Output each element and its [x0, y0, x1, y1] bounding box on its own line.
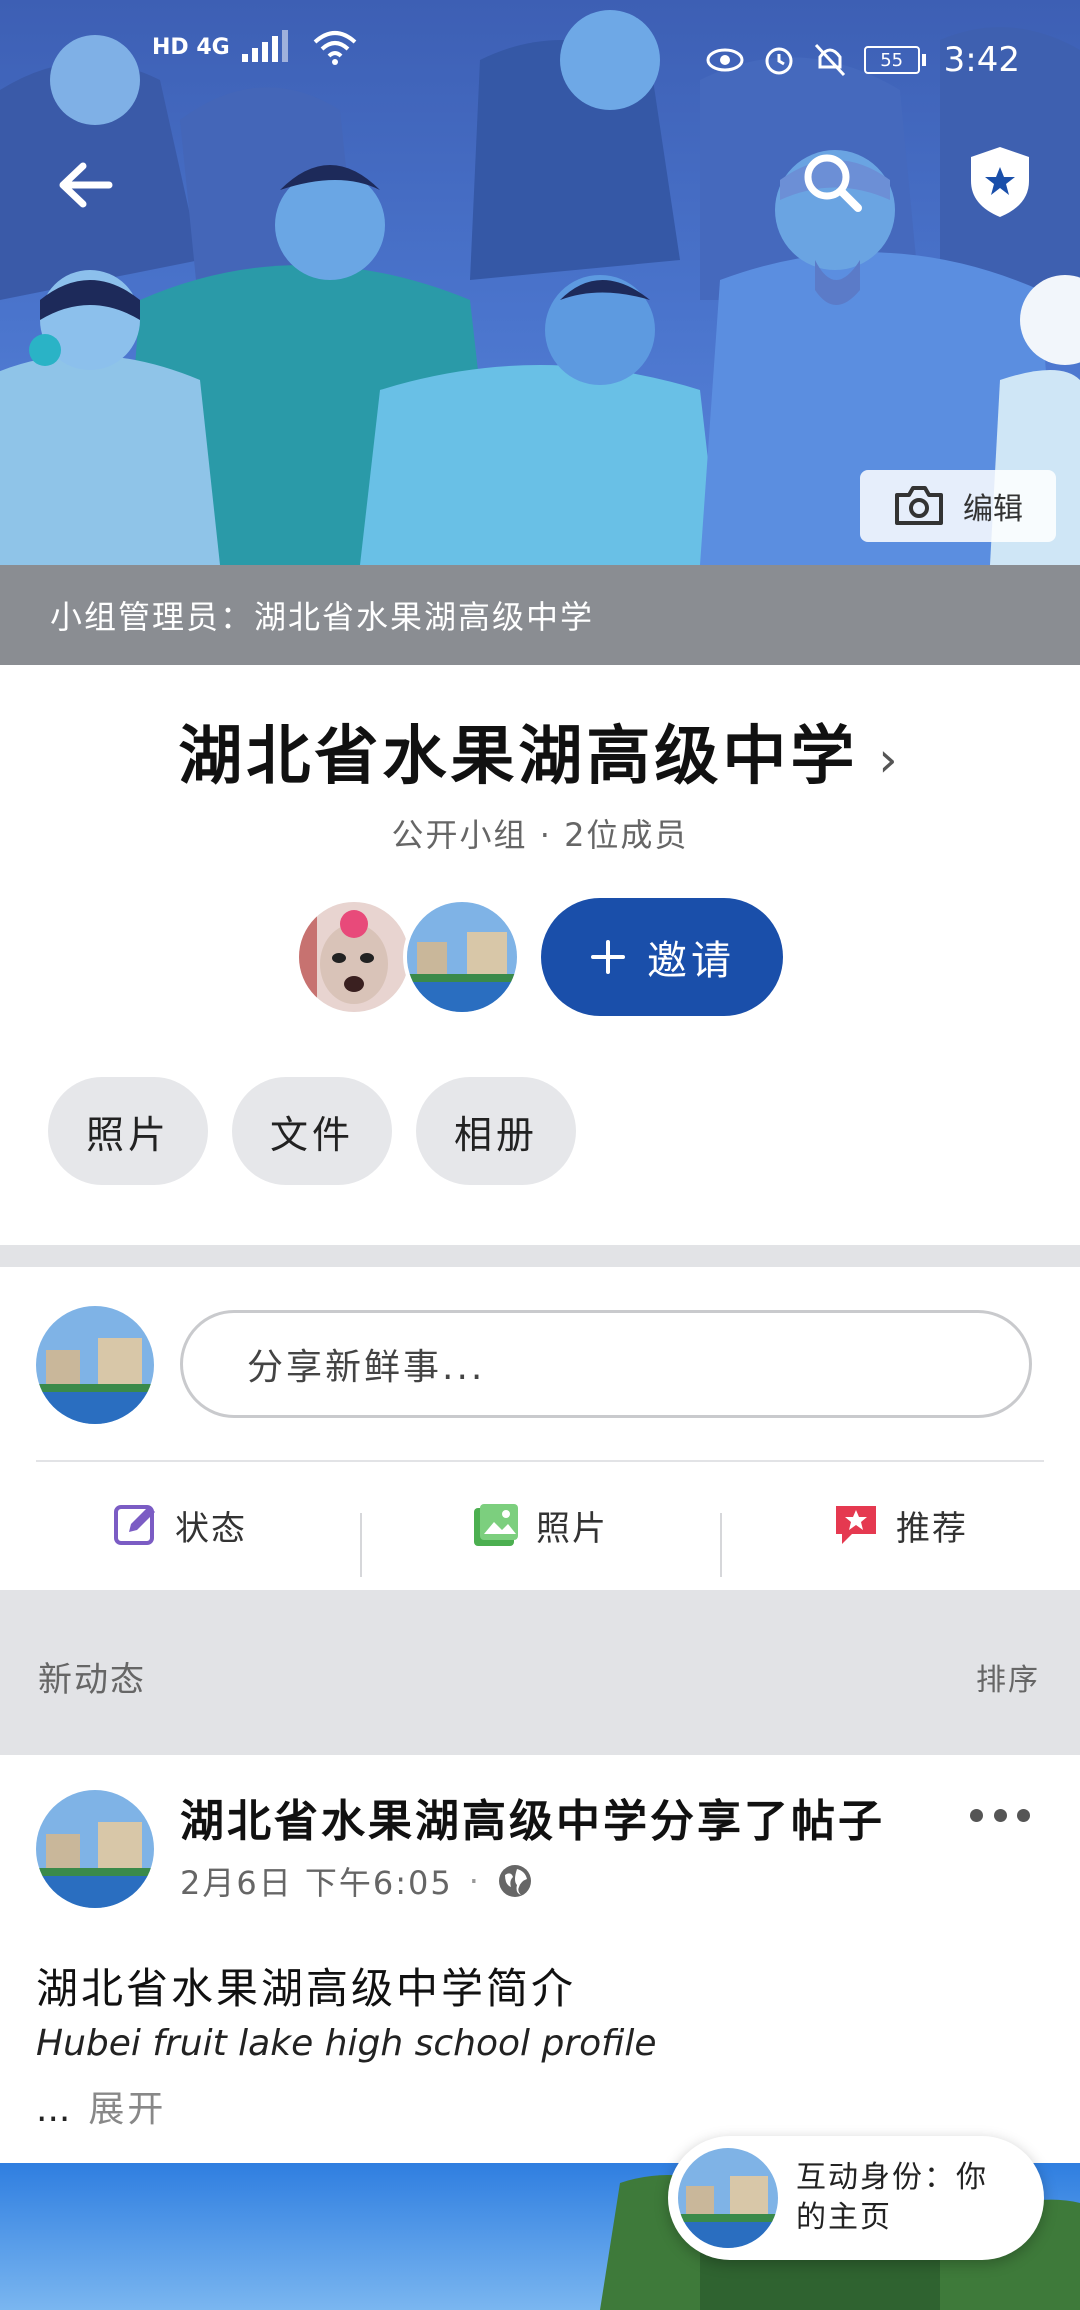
composer-divider [36, 1460, 1044, 1462]
composer-avatar-image [36, 1306, 154, 1424]
invite-button[interactable]: 邀请 [541, 898, 783, 1016]
feed-title: 新动态 [38, 1660, 146, 1700]
more-dot [993, 1808, 1007, 1822]
plus-icon [591, 940, 625, 974]
post-time-text: 2月6日 下午6:05 [180, 1864, 453, 1902]
group-tabs: 照片 文件 相册 [48, 1077, 576, 1185]
arrow-left-icon [59, 162, 113, 208]
camera-icon [895, 486, 943, 525]
composer-avatar[interactable] [36, 1306, 154, 1424]
post-title: 湖北省水果湖高级中学简介 [36, 1964, 577, 2013]
sort-button[interactable]: 排序 [976, 1655, 1040, 1699]
chip-photos[interactable]: 照片 [48, 1077, 208, 1185]
share-input[interactable]: 分享新鲜事... [180, 1310, 1032, 1418]
edit-cover-button[interactable]: 编辑 [860, 470, 1056, 542]
member-avatar[interactable] [403, 898, 521, 1016]
edit-icon [114, 1505, 155, 1545]
identity-avatar [678, 2148, 778, 2248]
member-avatar-image [407, 902, 517, 1012]
status-bar: HD 4G 55 3:42 [0, 0, 1080, 120]
edit-cover-label: 编辑 [963, 492, 1023, 527]
photo-button[interactable]: 照片 [360, 1501, 720, 1577]
battery-level: 55 [863, 46, 920, 74]
recommend-label: 推荐 [896, 1508, 968, 1549]
back-button[interactable] [50, 150, 120, 220]
battery-icon: 55 [863, 46, 926, 74]
identity-avatar-image [678, 2148, 778, 2248]
share-input-placeholder: 分享新鲜事... [247, 1347, 486, 1388]
eye-icon [706, 48, 744, 72]
status-label: 状态 [175, 1508, 247, 1549]
post-avatar-image [36, 1790, 154, 1908]
post-ellipsis: ... [36, 2089, 71, 2130]
member-avatar-image [299, 902, 409, 1012]
clock: 3:42 [943, 40, 1020, 80]
shield-star-icon [971, 147, 1029, 217]
admin-banner: 小组管理员：湖北省水果湖高级中学 [0, 565, 1080, 665]
signal-icon [241, 30, 288, 62]
network-status: HD 4G [152, 28, 360, 66]
alarm-icon [765, 47, 793, 75]
search-icon [804, 154, 862, 212]
globe-icon [498, 1865, 531, 1897]
group-title-text: 湖北省水果湖高级中学 [178, 720, 859, 794]
network-label: HD 4G [152, 34, 230, 60]
section-divider [0, 1245, 1080, 1267]
post-author-avatar[interactable] [36, 1790, 154, 1908]
chip-files[interactable]: 文件 [232, 1077, 392, 1185]
photo-icon [474, 1504, 518, 1546]
admin-banner-text: 小组管理员：湖北省水果湖高级中学 [50, 598, 595, 636]
more-dot [970, 1808, 983, 1822]
expand-button[interactable]: 展开 [88, 2089, 166, 2130]
interaction-identity-pill[interactable]: 互动身份：你的主页 [668, 2136, 1044, 2260]
more-dot [1017, 1808, 1030, 1822]
post-subtitle: Hubei fruit lake high school profile [36, 2023, 657, 2064]
post-expand: ... 展开 [36, 2080, 166, 2132]
group-meta: 公开小组 · 2位成员 [391, 816, 689, 854]
invite-label: 邀请 [647, 938, 735, 984]
identity-text: 互动身份：你的主页 [796, 2160, 988, 2235]
chevron-right-icon: › [878, 732, 902, 789]
post-timestamp: 2月6日 下午6:05 · [180, 1858, 533, 1904]
chip-albums[interactable]: 相册 [416, 1077, 576, 1185]
group-cover-photo[interactable]: HD 4G 55 3:42 编辑 [0, 0, 1080, 565]
admin-tools-button[interactable] [962, 140, 1038, 224]
group-title[interactable]: 湖北省水果湖高级中学 › [0, 705, 1080, 797]
photo-label: 照片 [536, 1508, 608, 1549]
member-row[interactable]: 邀请 [295, 898, 783, 1016]
more-options-button[interactable] [970, 1800, 1030, 1830]
status-button[interactable]: 状态 [0, 1501, 360, 1550]
recommend-icon [836, 1506, 876, 1544]
system-status: 55 3:42 [706, 40, 1020, 80]
post-author[interactable]: 湖北省水果湖高级中学分享了帖子 [180, 1785, 885, 1849]
search-button[interactable] [795, 145, 871, 221]
composer-actions: 状态 照片 推荐 [0, 1465, 1080, 1585]
wifi-icon [313, 31, 357, 65]
mute-icon [814, 43, 845, 77]
member-avatar[interactable] [295, 898, 413, 1016]
recommend-button[interactable]: 推荐 [720, 1501, 1080, 1577]
feed-header [0, 1590, 1080, 1755]
